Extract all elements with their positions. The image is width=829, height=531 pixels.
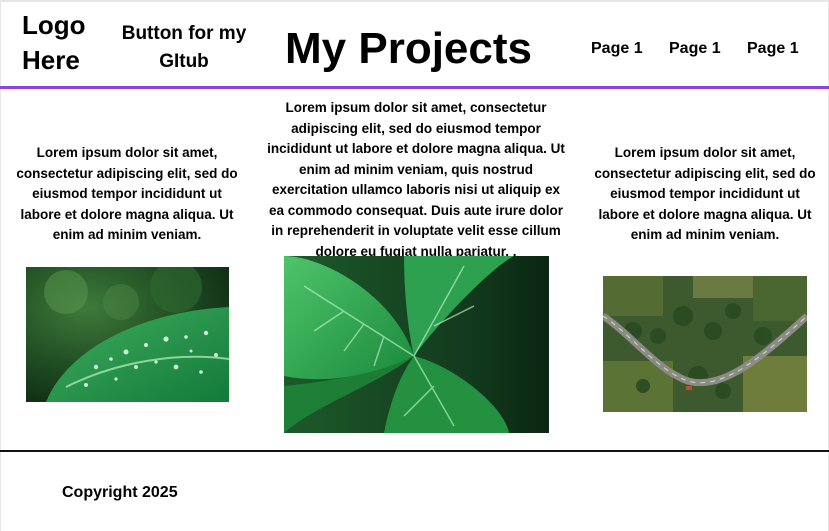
logo[interactable]: Logo Here — [22, 8, 86, 78]
project-3-description: Lorem ipsum dolor sit amet, consectetur … — [594, 145, 816, 242]
page-title: My Projects — [285, 24, 532, 73]
github-button[interactable]: Button for my GItub — [108, 20, 260, 76]
nav-link-page-1-second[interactable]: Page 1 — [669, 39, 721, 59]
logo-line-1: Logo — [22, 10, 86, 40]
copyright-text: Copyright 2025 — [62, 484, 178, 501]
github-button-line-1: Button for my — [121, 23, 247, 44]
project-1-image — [26, 267, 229, 402]
footer-divider — [0, 450, 829, 452]
project-1-description: Lorem ipsum dolor sit amet, consectetur … — [16, 145, 238, 242]
logo-line-2: Here — [22, 45, 80, 75]
nav-link-page-1-third[interactable]: Page 1 — [747, 39, 799, 59]
github-button-line-2: GItub — [159, 51, 209, 72]
project-3-image — [603, 276, 807, 412]
project-2-image — [284, 256, 549, 433]
header-divider — [0, 86, 829, 89]
project-2-description: Lorem ipsum dolor sit amet, consectetur … — [267, 100, 565, 259]
nav-link-page-1[interactable]: Page 1 — [591, 39, 643, 59]
